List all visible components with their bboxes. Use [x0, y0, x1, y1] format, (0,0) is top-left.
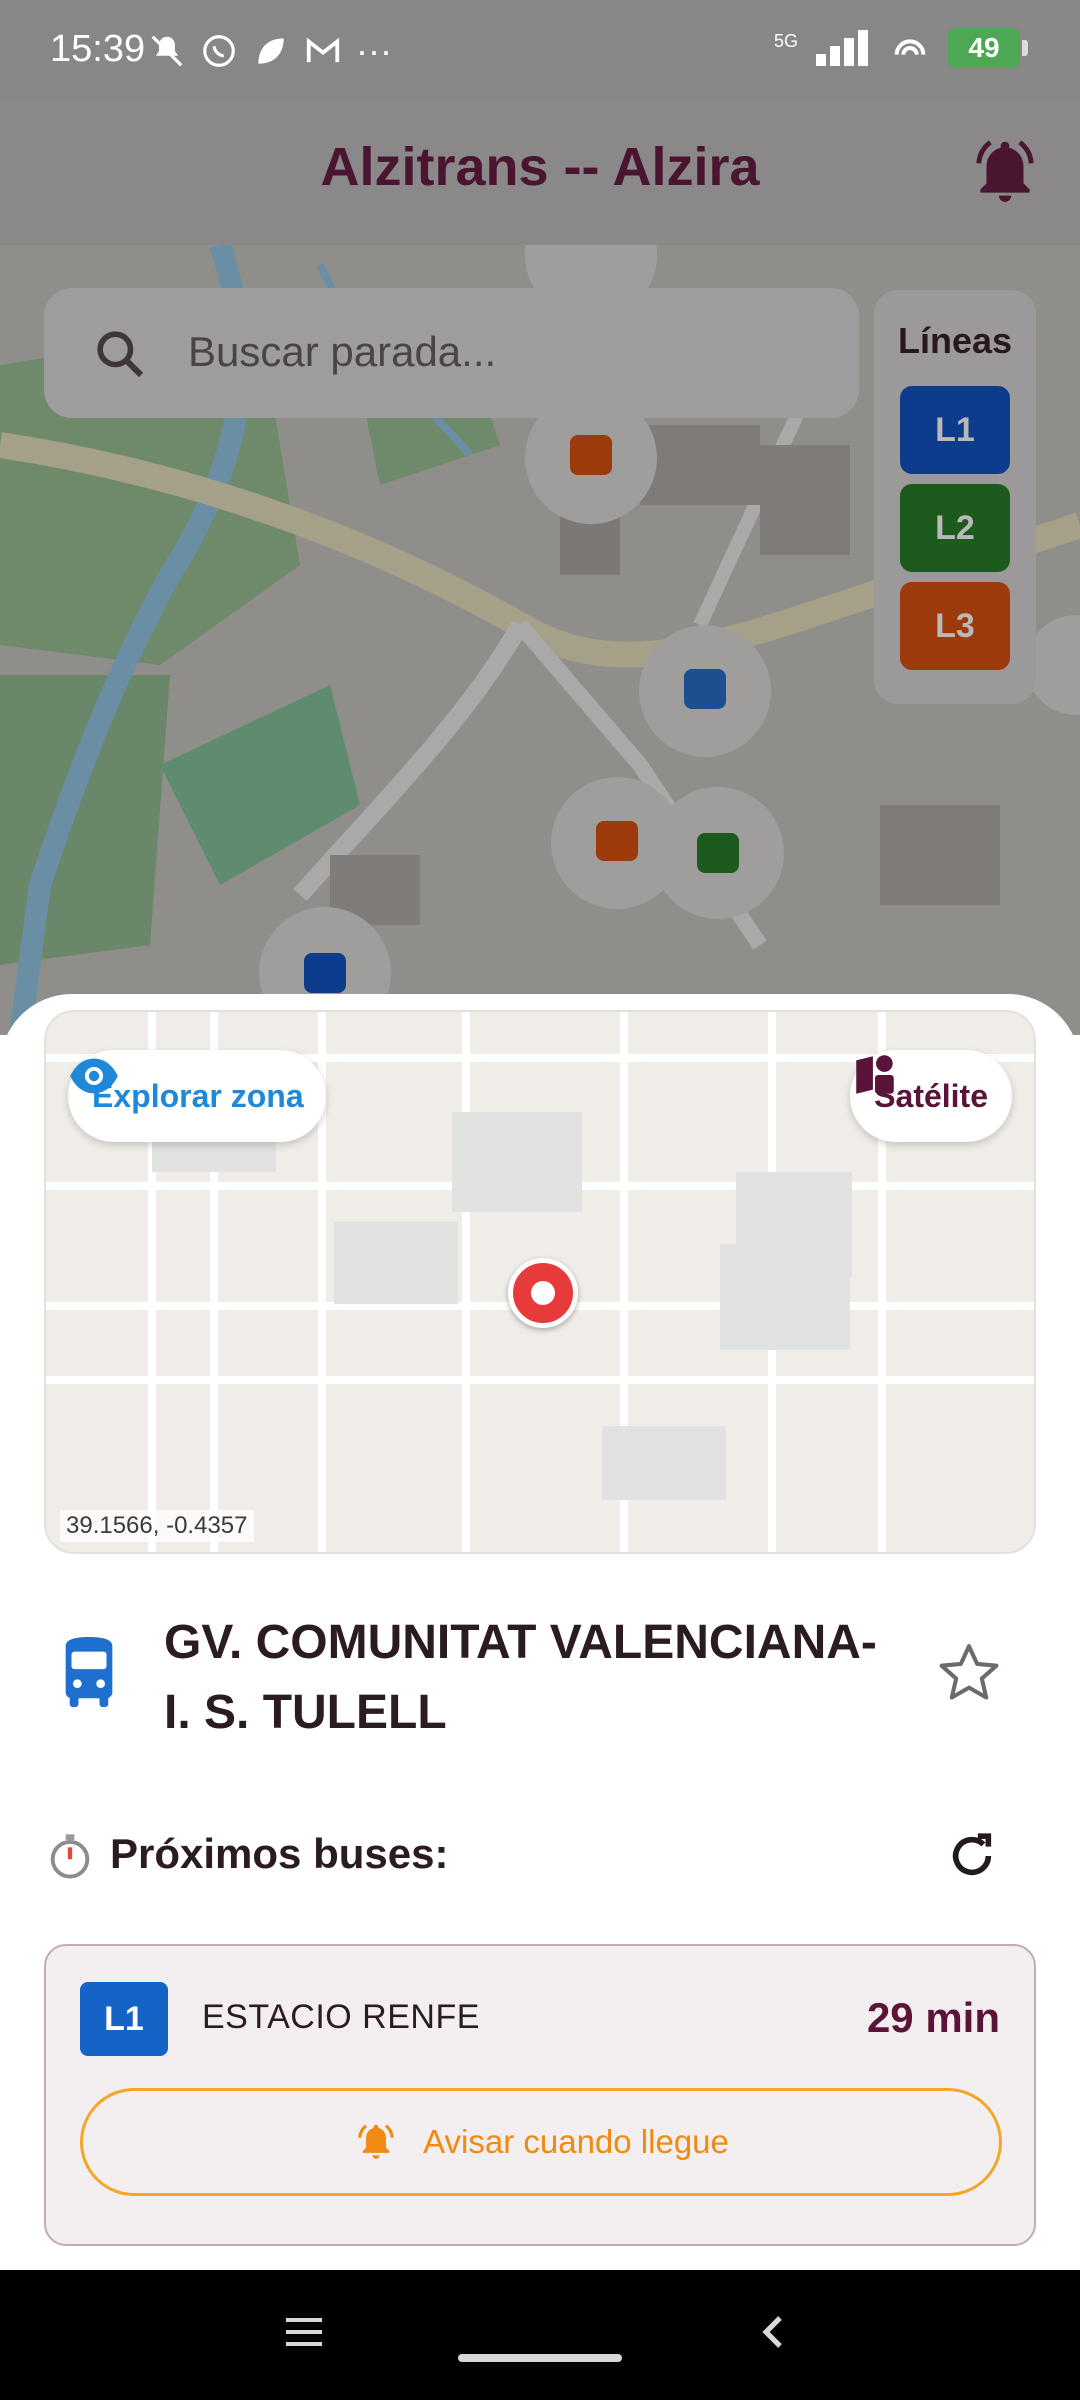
signal-icon — [816, 30, 868, 66]
network-type: 5G — [773, 30, 798, 51]
refresh-icon[interactable] — [944, 1828, 1000, 1884]
more-notifications-icon: ··· — [356, 30, 392, 71]
line-chip-l1[interactable]: L1 — [900, 386, 1010, 474]
stopwatch-icon — [50, 1834, 90, 1879]
satellite-layers-icon — [856, 1055, 894, 1094]
battery-indicator: 49 — [948, 28, 1028, 68]
search-bar[interactable]: Buscar parada... — [44, 288, 859, 418]
mute-icon — [151, 35, 183, 67]
line-chip-l3[interactable]: L3 — [900, 582, 1010, 670]
stop-details-sheet: Explorar zona Satélite 39.1566, -0.4357 … — [0, 994, 1080, 2270]
app-title: Alzitrans -- Alzira — [320, 137, 760, 197]
next-buses-label: Próximos buses: — [110, 1830, 449, 1877]
notify-when-arrives-button[interactable]: Avisar cuando llegue — [80, 2088, 1002, 2196]
notification-icons: ··· — [148, 30, 392, 72]
bus-icon — [65, 1637, 113, 1707]
lines-header: Líneas — [897, 320, 1013, 361]
system-nav-bar — [0, 2270, 1080, 2400]
coordinates-readout: 39.1566, -0.4357 — [60, 1510, 254, 1542]
stop-header: GV. COMUNITAT VALENCIANA- I. S. TULELL — [0, 1594, 1080, 1744]
status-bar: 15:39 ··· 5G 49 — [0, 0, 1080, 100]
arrival-destination: ESTACIO RENFE — [202, 1998, 480, 2036]
notify-label: Avisar cuando llegue — [423, 2123, 729, 2160]
lines-panel: Líneas L1 L2 L3 — [874, 290, 1036, 704]
whatsapp-icon — [203, 35, 235, 67]
back-icon[interactable] — [754, 2312, 794, 2352]
gmail-icon — [306, 37, 340, 63]
hotspot-icon — [894, 39, 926, 55]
arrival-eta: 29 min — [866, 1994, 1000, 2041]
system-icons: 5G 49 — [773, 28, 1028, 68]
favorite-star-icon[interactable] — [934, 1638, 1004, 1708]
bell-alert-icon[interactable] — [968, 134, 1042, 208]
next-buses-header: Próximos buses: — [0, 1820, 1080, 1900]
stop-name: GV. COMUNITAT VALENCIANA- I. S. TULELL — [164, 1616, 877, 1739]
recent-apps-icon[interactable] — [286, 2316, 322, 2348]
line-badge: L1 — [80, 1982, 168, 2056]
stop-location-marker — [508, 1258, 578, 1328]
search-input[interactable]: Buscar parada... — [188, 328, 496, 376]
home-gesture-bar[interactable] — [458, 2354, 622, 2362]
status-time: 15:39 — [50, 28, 146, 70]
eye-icon — [70, 1058, 118, 1094]
line-chip-l2[interactable]: L2 — [900, 484, 1010, 572]
explore-zone-button[interactable]: Explorar zona — [68, 1050, 326, 1142]
arrival-card: L1 ESTACIO RENFE 29 min Avisar cuando ll… — [44, 1944, 1036, 2246]
battery-level: 49 — [968, 32, 1000, 63]
search-icon — [97, 331, 144, 378]
bell-ring-icon — [358, 2124, 394, 2159]
leaf-icon — [258, 38, 284, 64]
stop-mini-map[interactable]: Explorar zona Satélite 39.1566, -0.4357 — [44, 1010, 1036, 1554]
explore-zone-label: Explorar zona — [92, 1077, 304, 1114]
satellite-button[interactable]: Satélite — [850, 1050, 1012, 1142]
app-bar: Alzitrans -- Alzira — [0, 100, 1080, 245]
